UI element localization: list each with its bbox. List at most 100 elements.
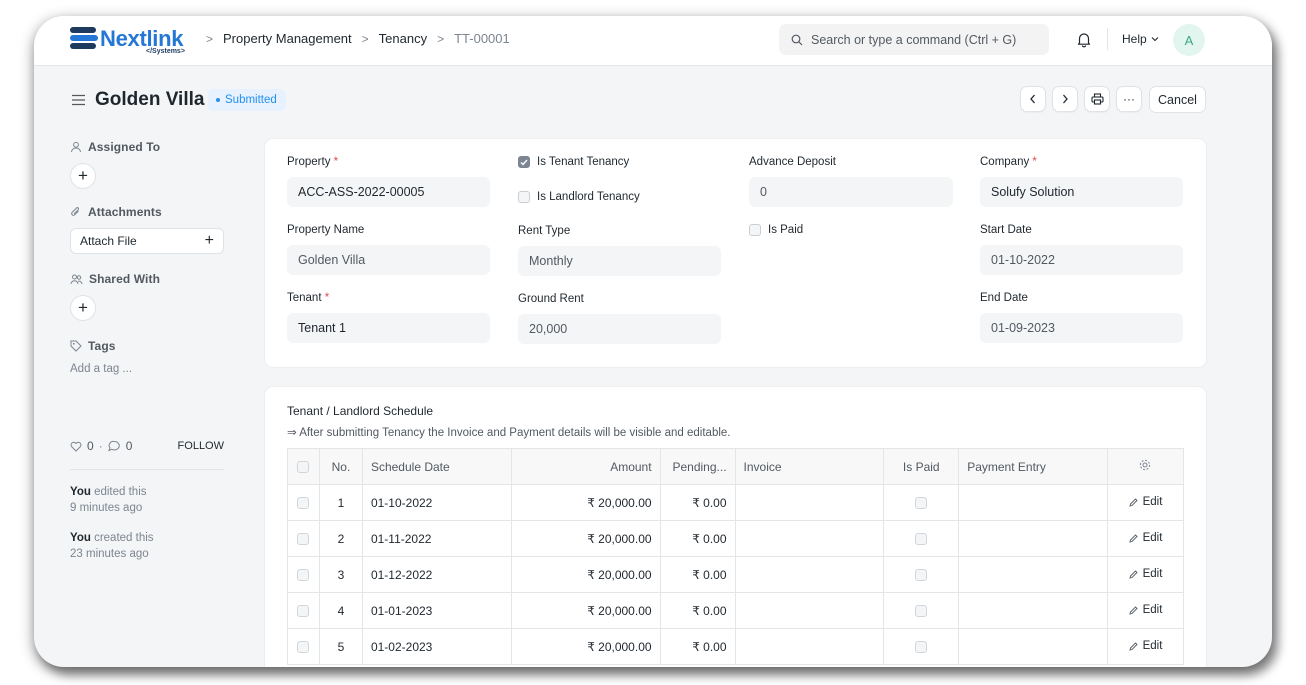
row-invoice (734, 484, 885, 521)
breadcrumb-tenancy[interactable]: Tenancy (379, 31, 427, 46)
row-no: 5 (318, 628, 363, 665)
row-checkbox[interactable] (287, 520, 320, 557)
property-field[interactable]: ACC-ASS-2022-00005 (287, 177, 490, 207)
tenant-field[interactable]: Tenant 1 (287, 313, 490, 343)
checkbox-checked-icon (518, 156, 530, 168)
social-row: 0 · 0 FOLLOW (70, 439, 224, 453)
row-checkbox[interactable] (287, 556, 320, 593)
tenancy-details-card: Property * ACC-ASS-2022-00005 Property N… (264, 138, 1207, 368)
end-date-label: End Date (980, 292, 1028, 304)
app-window: Nextlink </Systems> > Property Managemen… (34, 16, 1272, 667)
tenant-label: Tenant * (287, 292, 330, 304)
row-amount: ₹ 20,000.00 (510, 520, 661, 557)
follow-button[interactable]: FOLLOW (178, 440, 224, 452)
row-checkbox[interactable] (287, 628, 320, 665)
schedule-card: Tenant / Landlord Schedule ⇒ After submi… (264, 386, 1207, 667)
activity-time: 23 minutes ago (70, 548, 149, 560)
social-counts: 0 · 0 (70, 439, 132, 453)
bell-icon (1077, 33, 1091, 48)
user-icon (71, 141, 81, 153)
assigned-to-heading: Assigned To (70, 140, 230, 154)
row-payment-entry (958, 484, 1108, 521)
row-pending: ₹ 0.00 (659, 520, 736, 557)
is-paid-checkbox[interactable]: Is Paid (749, 224, 803, 236)
company-field[interactable]: Solufy Solution (980, 177, 1183, 207)
property-label: Property * (287, 156, 339, 168)
sidebar-toggle-button[interactable] (71, 93, 86, 111)
printer-icon (1090, 93, 1104, 105)
assigned-to-label: Assigned To (88, 140, 161, 154)
column-settings-button[interactable] (1106, 448, 1185, 485)
shared-with-label: Shared With (89, 272, 160, 286)
property-name-label: Property Name (287, 224, 365, 236)
activity-action: created this (94, 532, 154, 544)
row-edit-button[interactable]: Edit (1106, 484, 1185, 521)
activity-user: You (70, 532, 91, 544)
logo-subtext: </Systems> (146, 48, 185, 55)
search-input[interactable]: Search or type a command (Ctrl + G) (779, 24, 1049, 55)
row-checkbox[interactable] (287, 484, 320, 521)
start-date-field: 01-10-2022 (980, 245, 1183, 275)
table-row[interactable]: 1 01-10-2022 ₹ 20,000.00 ₹ 0.00 Edit (287, 484, 1185, 521)
attach-file-button[interactable]: Attach File + (70, 228, 224, 254)
activity-item: You edited this 9 minutes ago (70, 484, 224, 516)
start-date-label: Start Date (980, 224, 1032, 236)
table-row[interactable]: 5 01-02-2023 ₹ 20,000.00 ₹ 0.00 Edit (287, 628, 1185, 665)
ground-rent-field: 20,000 (518, 314, 721, 344)
print-button[interactable] (1084, 86, 1110, 112)
is-tenant-tenancy-checkbox[interactable]: Is Tenant Tenancy (518, 156, 629, 168)
divider (1107, 28, 1108, 50)
heart-icon[interactable] (70, 441, 82, 452)
chevron-down-icon (1151, 37, 1159, 42)
form-sidebar: Assigned To + Attachments Attach File + … (70, 136, 230, 375)
column-header-invoice: Invoice (734, 448, 885, 485)
row-schedule-date: 01-01-2023 (361, 592, 512, 629)
row-pending: ₹ 0.00 (659, 592, 736, 629)
row-no: 4 (318, 592, 363, 629)
is-landlord-tenancy-checkbox[interactable]: Is Landlord Tenancy (518, 191, 640, 203)
add-assignee-button[interactable]: + (70, 163, 96, 189)
add-tag-link[interactable]: Add a tag ... (70, 363, 230, 375)
notifications-button[interactable] (1076, 31, 1092, 53)
row-edit-button[interactable]: Edit (1106, 520, 1185, 557)
previous-button[interactable] (1020, 86, 1046, 112)
row-amount: ₹ 20,000.00 (510, 556, 661, 593)
next-button[interactable] (1052, 86, 1078, 112)
status-dot-icon (216, 98, 220, 102)
pencil-icon (1128, 497, 1138, 507)
search-icon (791, 34, 803, 45)
logo[interactable]: Nextlink </Systems> (70, 25, 190, 59)
row-edit-button[interactable]: Edit (1106, 628, 1185, 665)
is-landlord-tenancy-label: Is Landlord Tenancy (537, 191, 640, 203)
row-edit-button[interactable]: Edit (1106, 592, 1185, 629)
attachments-label: Attachments (88, 205, 162, 219)
schedule-table: No. Schedule Date Amount Pending... Invo… (287, 448, 1185, 665)
column-header-pending: Pending... (659, 448, 736, 485)
table-row[interactable]: 2 01-11-2022 ₹ 20,000.00 ₹ 0.00 Edit (287, 520, 1185, 557)
more-actions-button[interactable]: ··· (1116, 86, 1142, 112)
help-label: Help (1122, 32, 1147, 46)
help-menu[interactable]: Help (1122, 32, 1159, 46)
row-edit-button[interactable]: Edit (1106, 556, 1185, 593)
row-invoice (734, 556, 885, 593)
breadcrumb-property-management[interactable]: Property Management (223, 31, 352, 46)
cancel-button[interactable]: Cancel (1149, 86, 1206, 113)
row-checkbox[interactable] (287, 592, 320, 629)
activity-user: You (70, 486, 91, 498)
tags-heading: Tags (70, 339, 230, 353)
pencil-icon (1128, 569, 1138, 579)
row-pending: ₹ 0.00 (659, 628, 736, 665)
row-no: 3 (318, 556, 363, 593)
table-row[interactable]: 4 01-01-2023 ₹ 20,000.00 ₹ 0.00 Edit (287, 592, 1185, 629)
schedule-title: Tenant / Landlord Schedule (287, 404, 434, 418)
tags-label: Tags (88, 339, 116, 353)
table-row[interactable]: 3 01-12-2022 ₹ 20,000.00 ₹ 0.00 Edit (287, 556, 1185, 593)
select-all-checkbox[interactable] (287, 448, 320, 485)
comment-icon[interactable] (107, 440, 121, 452)
share-button[interactable]: + (70, 295, 96, 321)
status-label: Submitted (225, 94, 277, 106)
row-payment-entry (958, 628, 1108, 665)
avatar[interactable]: A (1173, 24, 1205, 56)
property-name-field: Golden Villa (287, 245, 490, 275)
column-header-no: No. (318, 448, 363, 485)
